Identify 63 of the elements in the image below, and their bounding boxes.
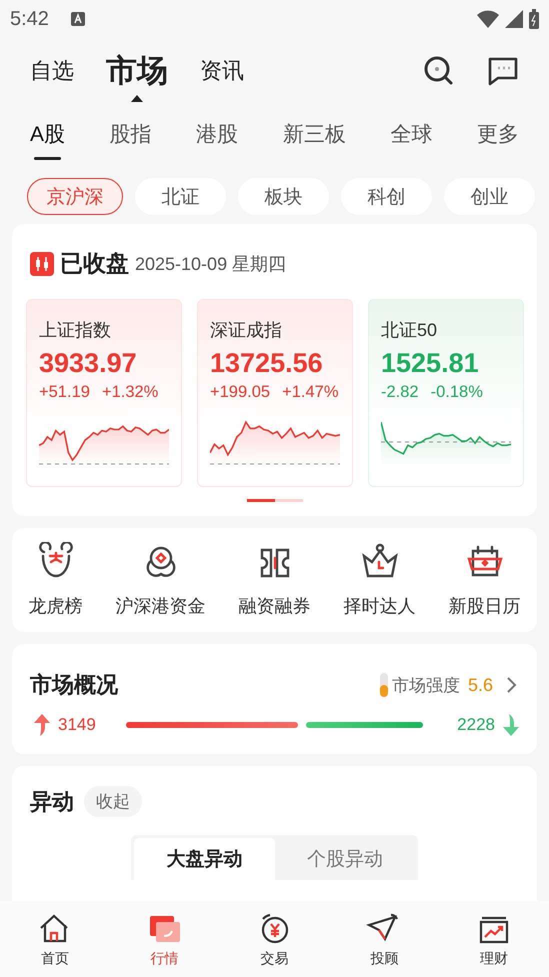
- market-tab[interactable]: 新三板: [282, 120, 346, 160]
- index-name: 北证50: [381, 319, 438, 342]
- chevron-right-icon[interactable]: [505, 676, 519, 694]
- index-percent: -0.18%: [430, 383, 483, 402]
- segment-tab[interactable]: 大盘异动: [134, 838, 274, 880]
- up-arrow-icon: [34, 714, 50, 736]
- shortcut-label[interactable]: 择时达人: [344, 594, 416, 618]
- shortcut-label[interactable]: 融资融券: [238, 594, 310, 618]
- nav-label[interactable]: 行情: [150, 950, 179, 968]
- strength-value: 5.6: [468, 674, 493, 696]
- filter-chip[interactable]: 京沪深: [27, 178, 123, 215]
- index-percent: +1.47%: [282, 383, 339, 402]
- index-change: +199.05: [210, 383, 270, 402]
- nav-label[interactable]: 首页: [40, 950, 69, 968]
- wifi-icon: [477, 10, 499, 28]
- index-card[interactable]: 深证成指 13725.56 +199.05 +1.47%: [197, 299, 353, 487]
- keyboard-notification-icon: [70, 12, 85, 26]
- index-name: 上证指数: [39, 319, 112, 342]
- caret-icon: [131, 95, 143, 102]
- header-tab[interactable]: 自选: [30, 56, 74, 86]
- header-tab[interactable]: 市场: [106, 50, 168, 92]
- index-change: +51.19: [39, 383, 90, 402]
- index-change: -2.82: [381, 383, 419, 402]
- collapse-button[interactable]: 收起: [84, 786, 142, 817]
- segment-tab[interactable]: 个股异动: [274, 838, 415, 880]
- index-name: 深证成指: [210, 319, 283, 342]
- market-tab[interactable]: A股: [30, 120, 66, 160]
- filter-chip[interactable]: 板块: [238, 178, 329, 215]
- battery-icon: [529, 9, 539, 29]
- message-icon[interactable]: [487, 55, 519, 87]
- section-title: 异动: [30, 788, 74, 816]
- filter-chip[interactable]: 创业: [444, 178, 535, 215]
- filter-chip[interactable]: 科创: [341, 178, 432, 215]
- index-card[interactable]: 上证指数 3933.97 +51.19 +1.32%: [26, 299, 182, 487]
- status-time: 5:42: [10, 8, 49, 30]
- index-value: 1525.81: [381, 348, 480, 379]
- market-tab[interactable]: 港股: [196, 120, 238, 160]
- section-title: 市场概况: [30, 671, 118, 699]
- index-card[interactable]: 北证50 1525.81 -2.82 -0.18%: [368, 299, 524, 487]
- filter-chip[interactable]: 北证: [135, 178, 226, 215]
- signal-icon: [505, 10, 523, 28]
- index-value: 3933.97: [39, 348, 138, 379]
- index-percent: +1.32%: [102, 383, 158, 402]
- nav-label[interactable]: 交易: [260, 950, 288, 968]
- session-status: 已收盘: [60, 249, 129, 278]
- down-arrow-icon: [503, 714, 519, 736]
- session-date: 2025-10-09 星期四: [135, 252, 286, 276]
- market-tab[interactable]: 全球: [390, 120, 432, 160]
- falling-count: 2228: [456, 715, 495, 735]
- shortcut-label[interactable]: 沪深港资金: [116, 594, 206, 618]
- strength-label: 市场强度: [392, 674, 460, 696]
- nav-label[interactable]: 投顾: [370, 950, 398, 968]
- header-tab[interactable]: 资讯: [200, 56, 244, 86]
- shortcut-label[interactable]: 新股日历: [448, 594, 520, 618]
- candlestick-icon: [30, 252, 54, 276]
- nav-label[interactable]: 理财: [480, 950, 508, 968]
- market-tab[interactable]: 股指: [110, 120, 152, 160]
- index-value: 13725.56: [210, 348, 324, 379]
- market-tab[interactable]: 更多: [476, 120, 519, 160]
- thermometer-icon: [380, 673, 388, 697]
- search-icon[interactable]: [423, 55, 455, 87]
- shortcut-label[interactable]: 龙虎榜: [28, 594, 82, 618]
- rising-count: 3149: [58, 715, 97, 735]
